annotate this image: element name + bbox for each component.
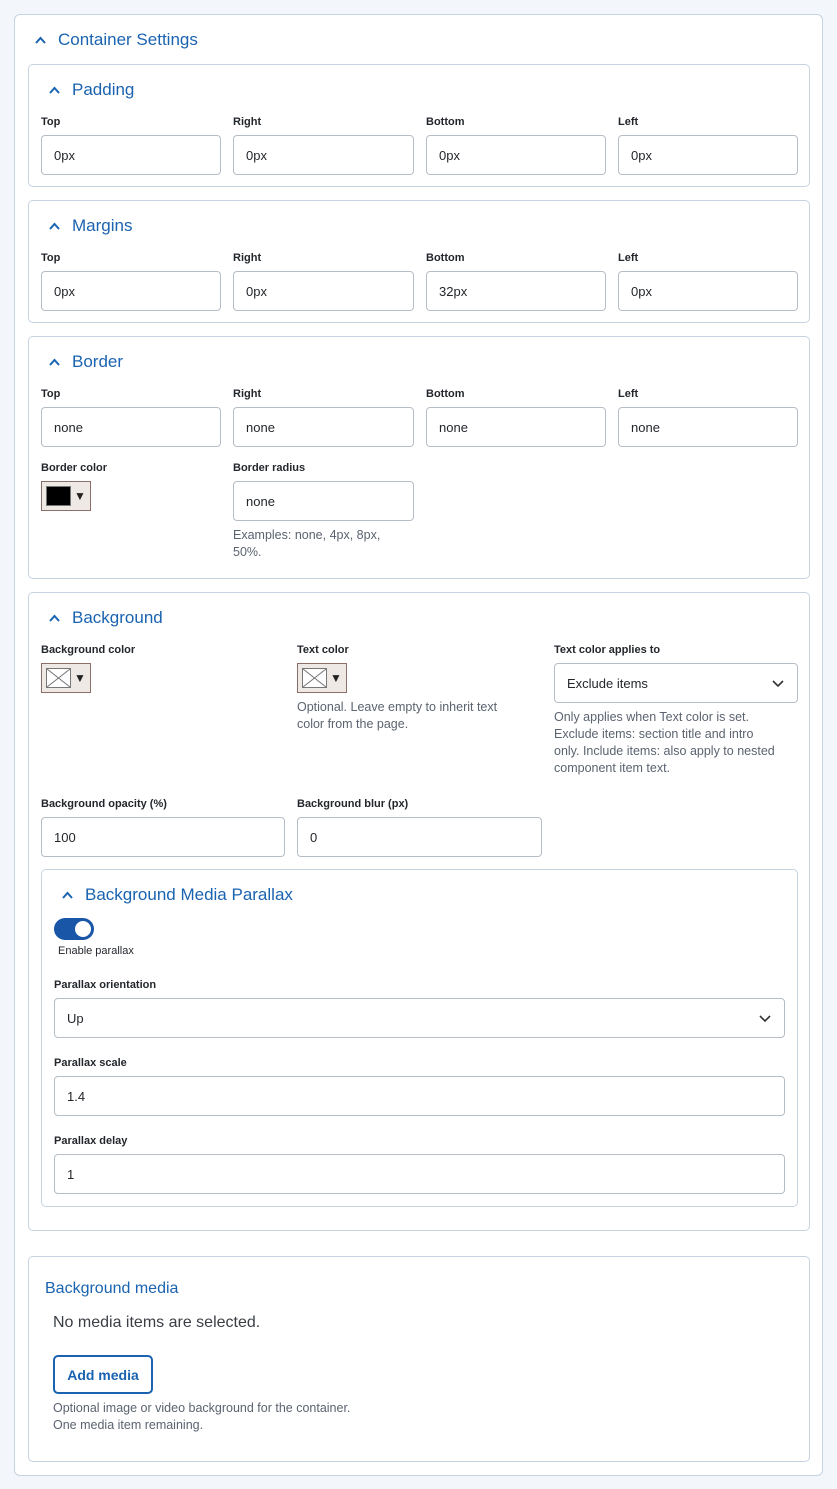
toggle-knob (75, 921, 91, 937)
background-header[interactable]: Background (47, 607, 163, 629)
text-color-picker[interactable]: ▼ (297, 663, 347, 693)
border-radius-label: Border radius (233, 462, 306, 474)
margin-top-input[interactable]: 0px (41, 271, 221, 311)
container-settings-title: Container Settings (58, 30, 198, 49)
chevron-up-icon (47, 355, 62, 370)
container-settings-panel: Container Settings Padding Top Right Bot… (14, 14, 823, 1476)
border-left-input[interactable]: none (618, 407, 798, 447)
background-title: Background (72, 608, 163, 627)
border-radius-help-line-1: Examples: none, 4px, 8px, (233, 528, 381, 542)
chevron-up-icon (47, 611, 62, 626)
empty-color-swatch (46, 668, 71, 688)
text-color-applies-select[interactable]: Exclude items (554, 663, 798, 703)
background-blur-input[interactable]: 0 (297, 817, 542, 857)
margins-title: Margins (72, 216, 133, 235)
text-color-applies-label: Text color applies to (554, 644, 661, 656)
no-media-text: No media items are selected. (53, 1314, 261, 1331)
text-color-help-line-1: Optional. Leave empty to inherit text (297, 700, 498, 714)
border-title: Border (72, 352, 124, 371)
padding-bottom-label: Bottom (426, 116, 465, 128)
border-left-label: Left (618, 388, 639, 400)
margin-bottom-label: Bottom (426, 252, 465, 264)
chevron-up-icon (33, 33, 48, 48)
padding-top-label: Top (41, 116, 61, 128)
padding-title: Padding (72, 80, 135, 99)
background-media-title: Background media (45, 1280, 179, 1297)
background-color-label: Background color (41, 644, 136, 656)
container-settings-header[interactable]: Container Settings (33, 29, 198, 51)
background-opacity-label: Background opacity (%) (41, 798, 167, 810)
chevron-up-icon (47, 219, 62, 234)
padding-bottom-input[interactable]: 0px (426, 135, 606, 175)
background-color-picker[interactable]: ▼ (41, 663, 91, 693)
border-radius-help-line-2: 50%. (233, 545, 262, 559)
margins-header[interactable]: Margins (47, 215, 132, 237)
margins-fieldset: Margins Top Right Bottom Left 0px 0px 32… (28, 200, 810, 323)
padding-right-label: Right (233, 116, 262, 128)
parallax-orientation-value: Up (67, 1010, 84, 1026)
border-right-label: Right (233, 388, 262, 400)
padding-right-input[interactable]: 0px (233, 135, 414, 175)
border-color-picker[interactable]: ▼ (41, 481, 91, 511)
border-fieldset: Border Top Right Bottom Left none none n… (28, 336, 810, 579)
padding-fieldset: Padding Top Right Bottom Left 0px 0px 0p… (28, 64, 810, 187)
background-fieldset: Background Background color ▼ Text color… (28, 592, 810, 1231)
media-help-line-2: One media item remaining. (53, 1418, 204, 1432)
dropdown-arrow-icon: ▼ (74, 489, 86, 503)
chevron-up-icon (60, 888, 75, 903)
border-header[interactable]: Border (47, 351, 123, 373)
parallax-orientation-select[interactable]: Up (54, 998, 785, 1038)
empty-color-swatch (302, 668, 327, 688)
parallax-fieldset: Background Media Parallax Enable paralla… (41, 869, 798, 1207)
parallax-delay-input[interactable]: 1 (54, 1154, 785, 1194)
padding-left-input[interactable]: 0px (618, 135, 798, 175)
enable-parallax-toggle[interactable] (54, 918, 94, 940)
text-color-label: Text color (297, 644, 349, 656)
background-opacity-input[interactable]: 100 (41, 817, 285, 857)
text-color-help-line-2: color from the page. (297, 717, 409, 731)
chevron-down-icon (771, 676, 785, 690)
chevron-up-icon (47, 83, 62, 98)
padding-header[interactable]: Padding (47, 79, 134, 101)
enable-parallax-label: Enable parallax (58, 945, 134, 957)
border-right-input[interactable]: none (233, 407, 414, 447)
margin-right-input[interactable]: 0px (233, 271, 414, 311)
applies-help-line-2: Exclude items: section title and intro (554, 727, 754, 741)
parallax-scale-label: Parallax scale (54, 1057, 127, 1069)
dropdown-arrow-icon: ▼ (330, 671, 342, 685)
parallax-orientation-label: Parallax orientation (54, 979, 157, 991)
margin-right-label: Right (233, 252, 262, 264)
add-media-button[interactable]: Add media (53, 1355, 153, 1394)
parallax-title: Background Media Parallax (85, 885, 293, 904)
applies-help-line-3: only. Include items: also apply to neste… (554, 744, 775, 758)
margin-top-label: Top (41, 252, 61, 264)
padding-top-input[interactable]: 0px (41, 135, 221, 175)
applies-help-line-1: Only applies when Text color is set. (554, 710, 750, 724)
media-help-line-1: Optional image or video background for t… (53, 1401, 351, 1415)
border-radius-input[interactable]: none (233, 481, 414, 521)
applies-help-line-4: component item text. (554, 761, 671, 775)
parallax-scale-input[interactable]: 1.4 (54, 1076, 785, 1116)
color-swatch (46, 486, 71, 506)
border-top-input[interactable]: none (41, 407, 221, 447)
dropdown-arrow-icon: ▼ (74, 671, 86, 685)
chevron-down-icon (758, 1011, 772, 1025)
border-top-label: Top (41, 388, 61, 400)
border-color-label: Border color (41, 462, 108, 474)
border-bottom-label: Bottom (426, 388, 465, 400)
padding-left-label: Left (618, 116, 639, 128)
border-bottom-input[interactable]: none (426, 407, 606, 447)
margin-bottom-input[interactable]: 32px (426, 271, 606, 311)
margin-left-label: Left (618, 252, 639, 264)
margin-left-input[interactable]: 0px (618, 271, 798, 311)
parallax-header[interactable]: Background Media Parallax (60, 884, 293, 906)
background-media-section: Background media No media items are sele… (28, 1256, 810, 1462)
parallax-delay-label: Parallax delay (54, 1135, 128, 1147)
text-color-applies-value: Exclude items (567, 675, 648, 691)
background-blur-label: Background blur (px) (297, 798, 409, 810)
